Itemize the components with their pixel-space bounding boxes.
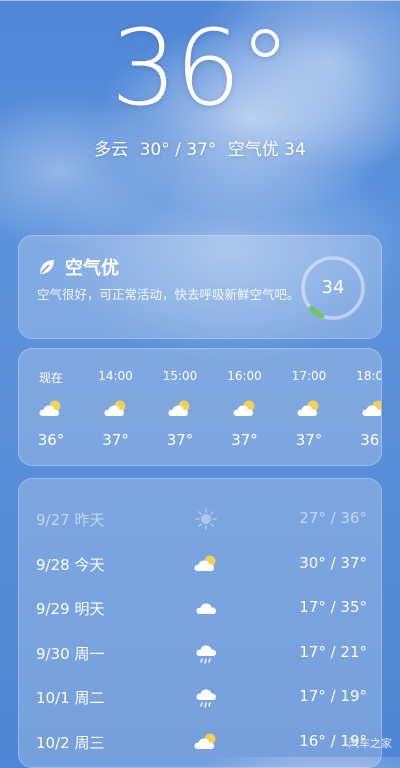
day-temp-range: 17° / 19° [299,687,367,705]
partly-cloudy-icon [38,397,64,419]
hour-temp: 37° [102,431,129,449]
current-summary: 多云 30° / 37° 空气优 34 [0,135,400,160]
aqi-title: 空气优 [65,258,119,279]
day-date: 9/27 昨天 [36,511,105,529]
day-row[interactable]: 9/30 周一 17° / 21° [19,631,383,675]
aqi-value: 34 [321,277,345,298]
cloud-icon [193,596,219,620]
partly-cloudy-icon [296,397,322,419]
partly-cloudy-icon [361,397,381,419]
day-date: 9/29 明天 [36,600,105,618]
current-temperature: 36° [110,7,291,129]
day-date: 10/1 周二 [36,689,105,707]
rain-icon [193,641,219,665]
day-date: 10/2 周三 [36,733,105,752]
hour-time: 16:00 [227,369,262,383]
hour-temp: 37° [295,431,323,449]
watermark: 汽车之家 [348,737,392,750]
partly-cloudy-icon [193,552,219,576]
hour-temp: 36° [37,431,65,449]
partly-cloudy-icon [103,397,129,419]
day-temp-range: 27° / 36° [299,509,367,527]
sun-icon [193,507,219,531]
partly-cloudy-icon [167,397,193,419]
current-aqi: 空气优 34 [227,140,306,160]
day-row[interactable]: 10/1 周二 17° / 19° [19,675,383,719]
hourly-forecast[interactable]: 现在 36° 14:00 37° 15:00 37° 16:00 37° 17:00 3… [18,348,382,466]
aqi-description: 空气很好，可正常活动，快去呼吸新鲜空气吧。 [37,287,300,302]
aqi-header: 空气优 [37,254,119,280]
hour-time: 15:00 [162,369,198,383]
day-temp-range: 30° / 37° [299,553,367,572]
current-condition: 多云 [94,140,129,160]
hour-time: 17:00 [291,369,327,383]
hour-temp: 37° [231,431,258,449]
leaf-icon [40,260,54,274]
day-temp-range: 17° / 21° [299,642,367,661]
aqi-card[interactable]: 空气优 空气很好，可正常活动，快去呼吸新鲜空气吧。 34 [18,235,382,339]
day-date: 9/28 今天 [36,555,105,574]
hour-time: 14:00 [98,369,133,383]
hour-temp: 37° [166,431,194,449]
rain-icon [193,685,219,709]
current-range: 30° / 37° [139,140,217,160]
hour-temp: 36° [360,431,381,449]
hour-time: 18:00 [356,369,381,383]
partly-cloudy-icon [193,730,219,754]
hour-time: 现在 [38,371,63,385]
daily-forecast[interactable]: 9/27 昨天 27° / 36° 9/28 今天 30° / 37° 9/29 明… [18,478,382,768]
day-row[interactable]: 9/29 明天 17° / 35° [19,586,383,630]
day-date: 9/30 周一 [36,644,105,663]
partly-cloudy-icon [232,397,258,419]
day-row[interactable]: 9/28 今天 30° / 37° [19,542,383,586]
day-temp-range: 17° / 35° [299,598,367,616]
top-divider [0,0,400,1]
day-row[interactable]: 9/27 昨天 27° / 36° [19,497,383,541]
